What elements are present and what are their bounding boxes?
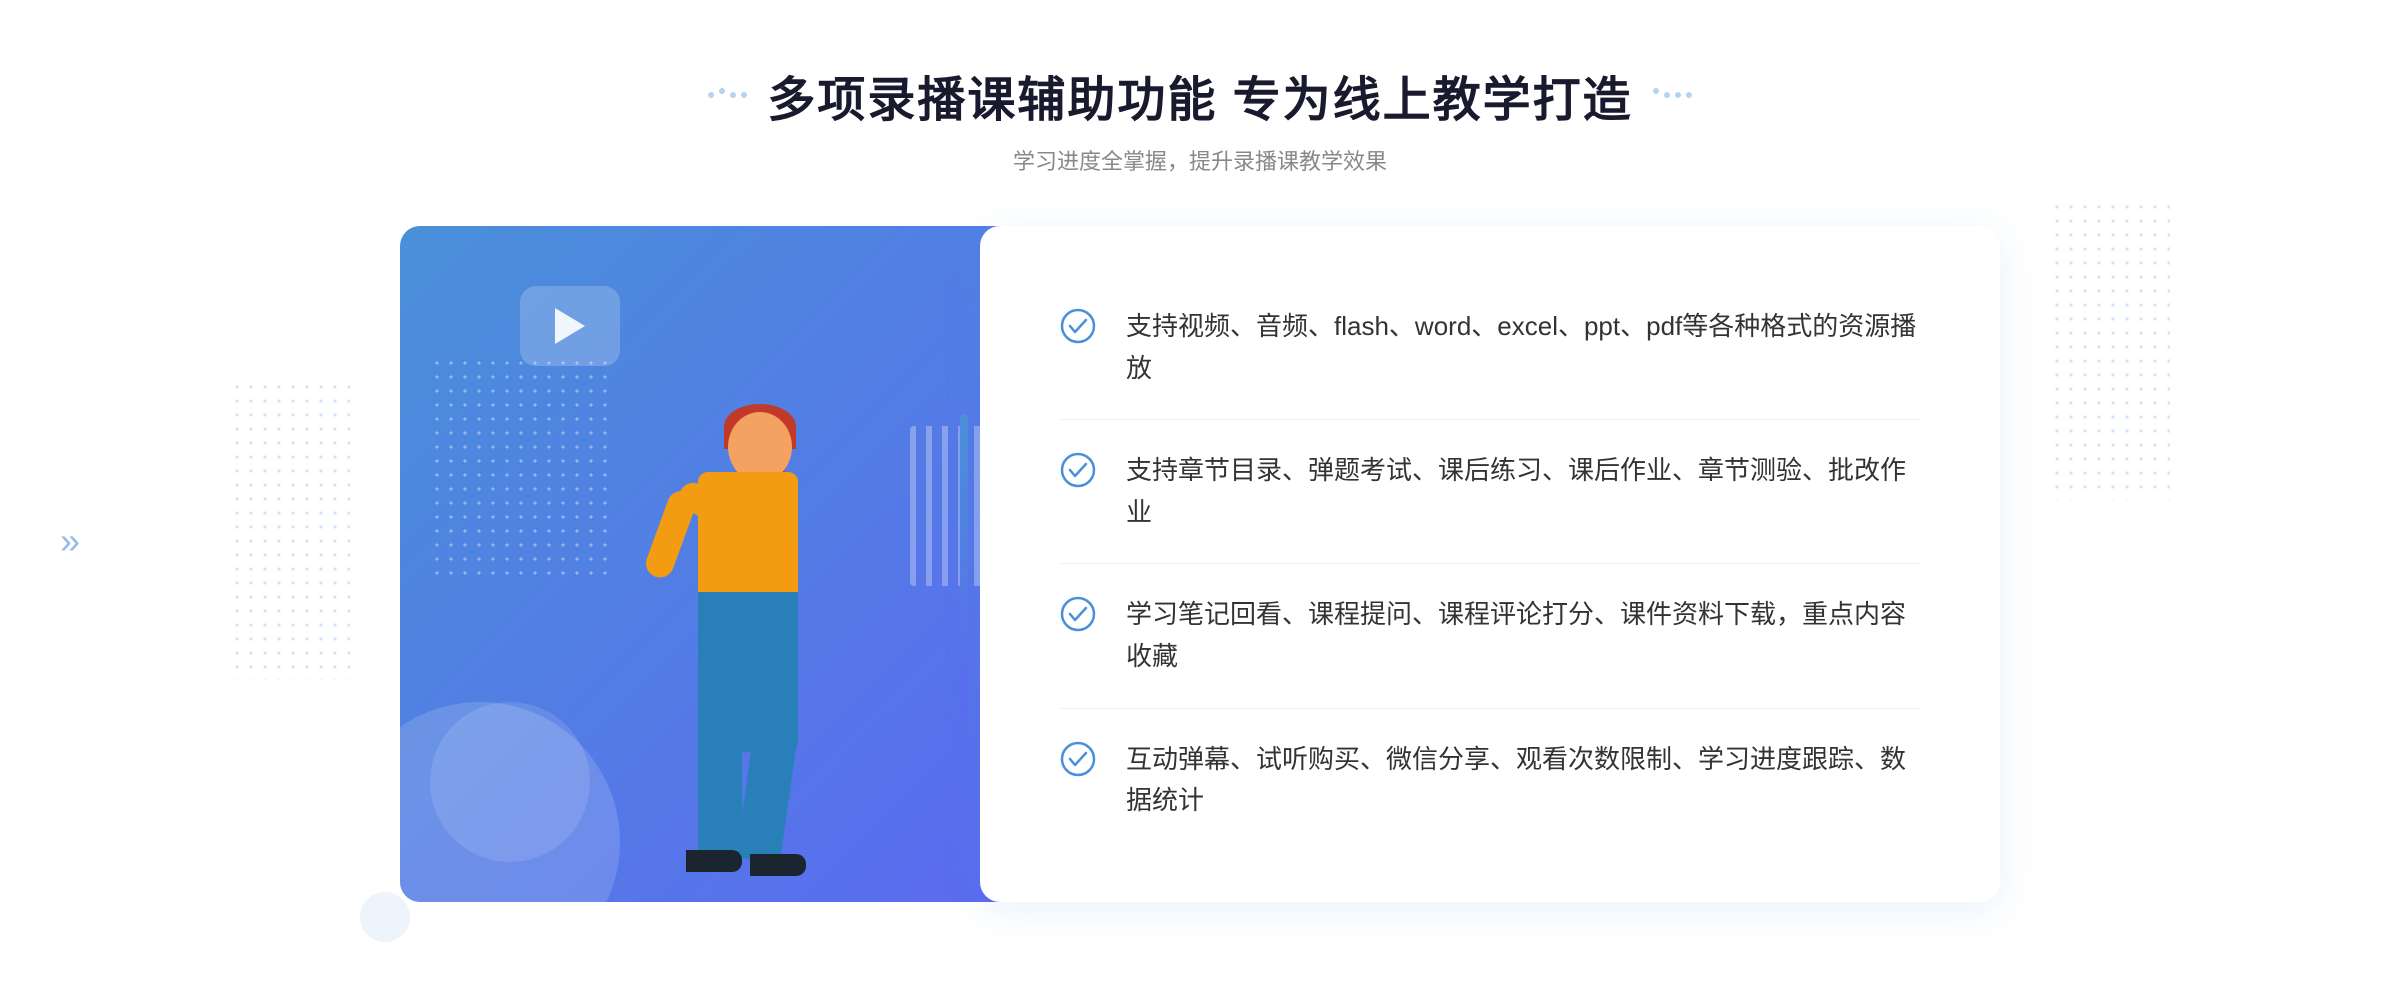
person-pants	[698, 592, 798, 752]
person-shoe-left	[686, 850, 742, 872]
check-icon-3	[1060, 596, 1096, 632]
title-row: 多项录播课辅助功能 专为线上教学打造	[708, 60, 1691, 130]
main-title: 多项录播课辅助功能 专为线上教学打造	[767, 60, 1632, 130]
page-wrapper: » 多项录播课辅助功能 专为线上教学打造 学习进度全掌握，提升录播课教学效果	[0, 0, 2400, 982]
check-icon-4	[1060, 741, 1096, 777]
title-decoration-right	[1653, 92, 1692, 98]
title-section: 多项录播课辅助功能 专为线上教学打造 学习进度全掌握，提升录播课教学效果	[708, 60, 1691, 176]
feature-item: 支持章节目录、弹题考试、课后练习、课后作业、章节测验、批改作业	[1060, 420, 1920, 564]
check-icon-1	[1060, 308, 1096, 344]
features-card: 支持视频、音频、flash、word、excel、ppt、pdf等各种格式的资源…	[980, 226, 2000, 902]
feature-item: 互动弹幕、试听购买、微信分享、观看次数限制、学习进度跟踪、数据统计	[1060, 709, 1920, 852]
person-body	[698, 472, 798, 602]
person-leg-left	[698, 732, 742, 862]
chevron-decoration: »	[60, 520, 80, 562]
feature-text-1: 支持视频、音频、flash、word、excel、ppt、pdf等各种格式的资源…	[1126, 306, 1920, 389]
content-area: «	[400, 226, 2000, 902]
person-shoe-right	[750, 854, 806, 876]
play-triangle-icon	[555, 308, 585, 344]
check-icon-2	[1060, 452, 1096, 488]
dots-decoration-right	[2050, 200, 2170, 500]
subtitle: 学习进度全掌握，提升录播课教学效果	[1013, 144, 1387, 176]
illustration-card: «	[400, 226, 1020, 902]
illus-dots	[430, 356, 610, 576]
illus-stripes	[910, 426, 990, 586]
blue-bar-decoration	[960, 414, 968, 714]
feature-item: 学习笔记回看、课程提问、课程评论打分、课件资料下载，重点内容收藏	[1060, 564, 1920, 708]
title-decoration-left	[708, 92, 747, 98]
feature-item: 支持视频、音频、flash、word、excel、ppt、pdf等各种格式的资源…	[1060, 276, 1920, 420]
feature-text-2: 支持章节目录、弹题考试、课后练习、课后作业、章节测验、批改作业	[1126, 450, 1920, 533]
person-arm-left	[642, 487, 699, 581]
person-figure	[598, 382, 878, 902]
play-bubble	[520, 286, 620, 366]
feature-text-3: 学习笔记回看、课程提问、课程评论打分、课件资料下载，重点内容收藏	[1126, 594, 1920, 677]
dots-decoration-left	[230, 380, 350, 680]
illus-circle-medium	[430, 702, 590, 862]
feature-text-4: 互动弹幕、试听购买、微信分享、观看次数限制、学习进度跟踪、数据统计	[1126, 739, 1920, 822]
